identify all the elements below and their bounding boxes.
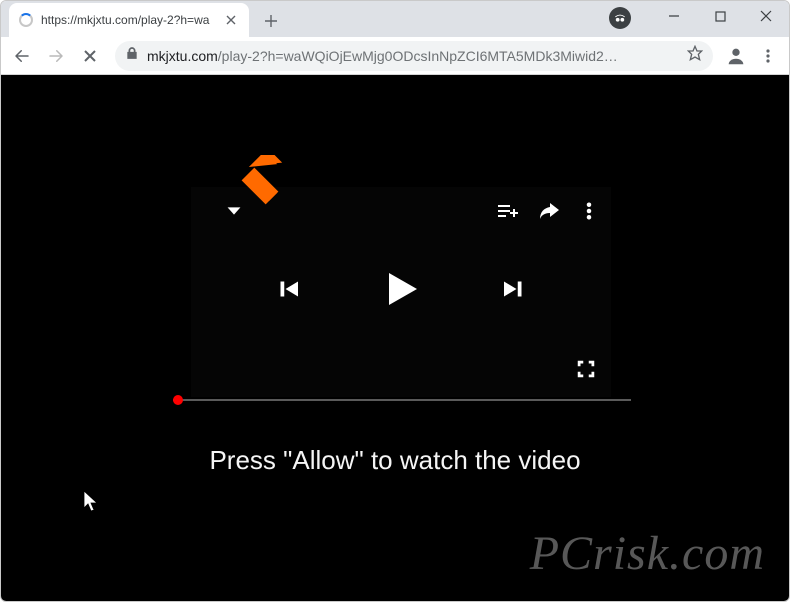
share-icon[interactable] <box>519 199 561 228</box>
minimize-button[interactable] <box>651 1 697 31</box>
url-text: mkjxtu.com/play-2?h=waWQiOjEwMjg0ODcsInN… <box>147 48 618 64</box>
tab-title: https://mkjxtu.com/play-2?h=wa <box>41 13 215 27</box>
loading-spinner-icon <box>19 13 33 27</box>
chrome-menu-button[interactable] <box>753 41 783 71</box>
stop-reload-button[interactable] <box>75 41 105 71</box>
progress-bar[interactable] <box>173 399 631 401</box>
maximize-button[interactable] <box>697 1 743 31</box>
bookmark-star-icon[interactable] <box>687 45 703 66</box>
lock-icon <box>125 46 139 65</box>
close-tab-button[interactable] <box>223 12 239 28</box>
cursor-icon <box>83 490 101 519</box>
watermark: PCrisk.com <box>530 526 765 581</box>
video-player[interactable] <box>191 187 611 397</box>
url-domain: mkjxtu.com <box>147 48 218 64</box>
back-button[interactable] <box>7 41 37 71</box>
incognito-icon <box>609 7 631 29</box>
titlebar: https://mkjxtu.com/play-2?h=wa <box>1 1 789 37</box>
window-controls <box>651 1 789 31</box>
url-path: /play-2?h=waWQiOjEwMjg0ODcsInNpZCI6MTA5M… <box>218 48 618 64</box>
player-top-bar <box>191 199 599 227</box>
progress-handle[interactable] <box>173 395 183 405</box>
profile-avatar[interactable] <box>723 43 749 69</box>
player-center-controls <box>191 265 611 318</box>
play-icon[interactable] <box>377 265 425 318</box>
more-vert-icon[interactable] <box>561 200 599 227</box>
forward-button[interactable] <box>41 41 71 71</box>
new-tab-button[interactable] <box>257 7 285 35</box>
fullscreen-icon[interactable] <box>575 358 597 385</box>
chevron-down-icon[interactable] <box>205 200 245 227</box>
skip-next-icon[interactable] <box>499 274 529 309</box>
allow-message: Press "Allow" to watch the video <box>1 445 789 476</box>
toolbar: mkjxtu.com/play-2?h=waWQiOjEwMjg0ODcsInN… <box>1 37 789 75</box>
browser-tab[interactable]: https://mkjxtu.com/play-2?h=wa <box>9 3 249 37</box>
address-bar[interactable]: mkjxtu.com/play-2?h=waWQiOjEwMjg0ODcsInN… <box>115 41 713 71</box>
playlist-add-icon[interactable] <box>477 199 519 228</box>
close-window-button[interactable] <box>743 1 789 31</box>
skip-previous-icon[interactable] <box>273 274 303 309</box>
chrome-window: https://mkjxtu.com/play-2?h=wa <box>0 0 790 602</box>
page-content: Press "Allow" to watch the video PCrisk.… <box>1 75 789 601</box>
